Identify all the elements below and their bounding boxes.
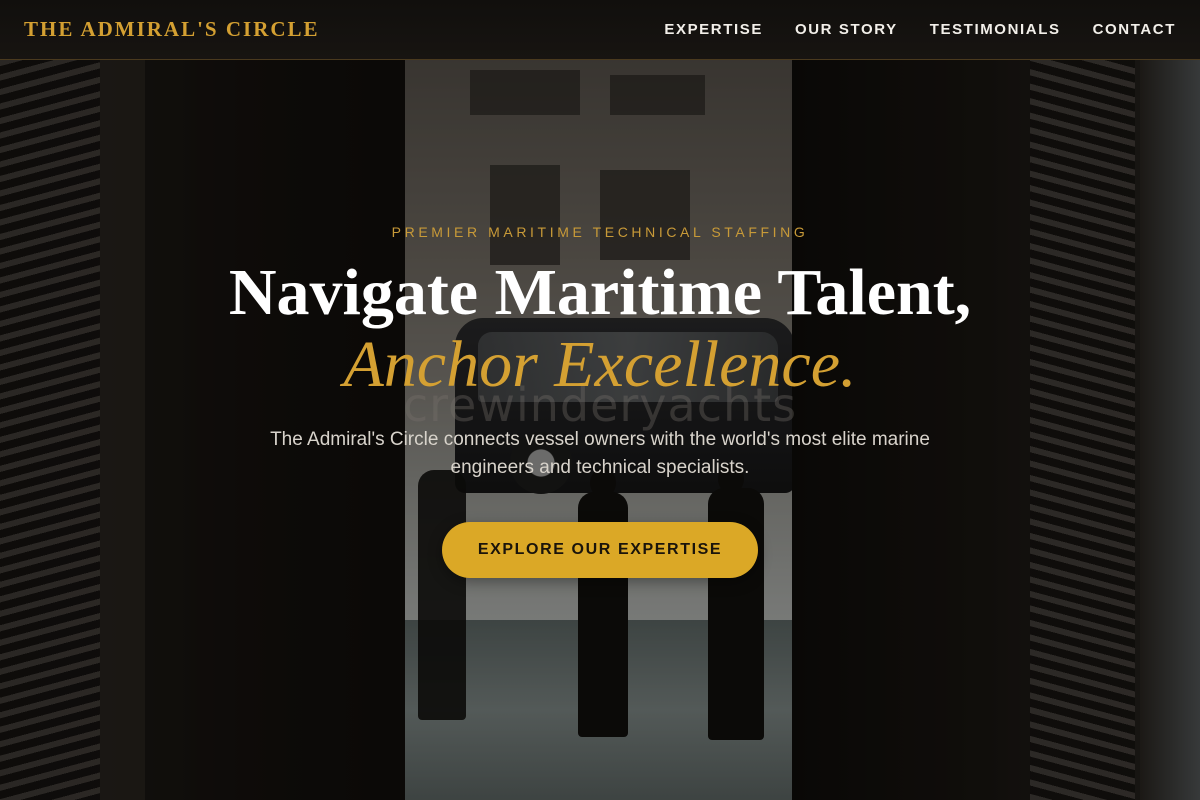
hero-headline: Navigate Maritime Talent, [228,256,972,329]
nav-links: EXPERTISE OUR STORY TESTIMONIALS CONTACT [664,21,1176,38]
nav-link-testimonials[interactable]: TESTIMONIALS [930,21,1061,38]
nav-link-contact[interactable]: CONTACT [1093,21,1176,38]
explore-expertise-button[interactable]: EXPLORE OUR EXPERTISE [442,522,758,578]
hero-headline-accent: Anchor Excellence. [343,328,857,401]
hero-subtitle: The Admiral's Circle connects vessel own… [270,429,930,478]
hero-section: PREMIER MARITIME TECHNICAL STAFFING Navi… [0,0,1200,800]
nav-link-expertise[interactable]: EXPERTISE [664,21,763,38]
top-navbar: THE ADMIRAL'S CIRCLE EXPERTISE OUR STORY… [0,0,1200,60]
nav-link-our-story[interactable]: OUR STORY [795,21,898,38]
brand-logo[interactable]: THE ADMIRAL'S CIRCLE [24,17,320,42]
hero-eyebrow: PREMIER MARITIME TECHNICAL STAFFING [391,224,809,240]
